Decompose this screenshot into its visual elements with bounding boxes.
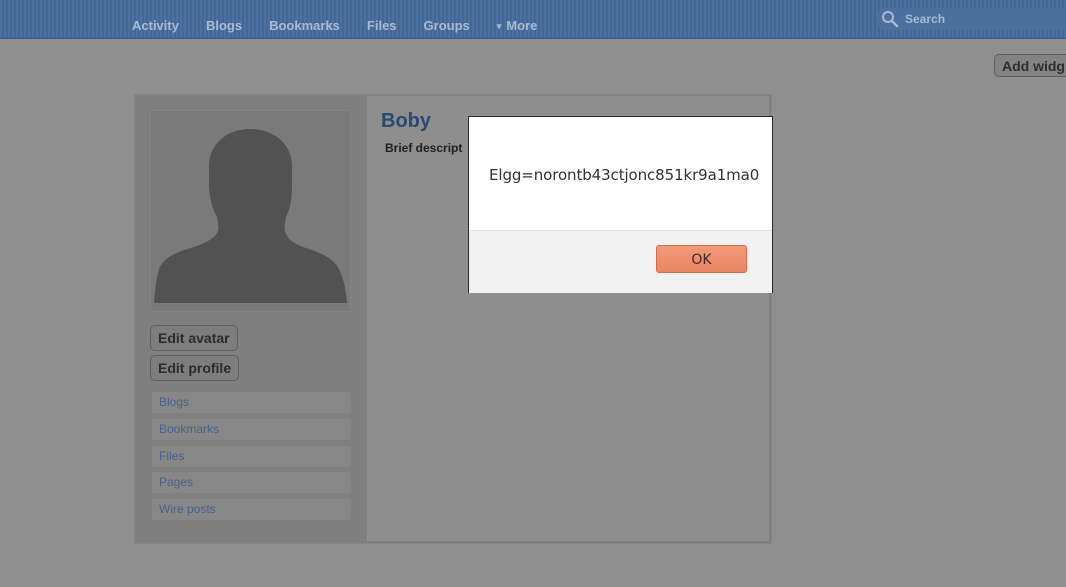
nav-item-more-label: More	[506, 18, 538, 33]
nav-item-blogs[interactable]: Blogs	[206, 19, 242, 33]
menu-item-wire-posts[interactable]: Wire posts	[152, 499, 351, 521]
search-box	[878, 8, 1066, 30]
top-navigation-bar: Activity Blogs Bookmarks Files Groups ▾ M…	[0, 0, 1066, 39]
ok-button[interactable]: OK	[656, 245, 747, 273]
menu-item-files[interactable]: Files	[152, 445, 351, 467]
avatar	[150, 110, 351, 312]
brief-description-label: Brief descript	[385, 141, 463, 155]
magnifier-icon	[882, 11, 899, 28]
nav-item-bookmarks[interactable]: Bookmarks	[269, 19, 340, 33]
alert-dialog-footer: OK	[469, 230, 772, 293]
edit-profile-button[interactable]: Edit profile	[150, 355, 240, 381]
site-menu: Activity Blogs Bookmarks Files Groups ▾ M…	[132, 19, 564, 33]
default-user-silhouette-icon	[154, 129, 347, 303]
nav-item-groups[interactable]: Groups	[424, 19, 470, 33]
profile-owner-menu: Blogs Bookmarks Files Pages Wire posts	[152, 392, 351, 526]
profile-name[interactable]: Boby	[381, 110, 431, 133]
menu-item-bookmarks[interactable]: Bookmarks	[152, 418, 351, 440]
alert-dialog: Elgg=norontb43ctjonc851kr9a1ma0 OK	[468, 116, 773, 293]
search-input[interactable]	[905, 12, 1055, 26]
menu-item-blogs[interactable]: Blogs	[152, 392, 351, 413]
caret-down-icon: ▾	[496, 21, 502, 31]
alert-message: Elgg=norontb43ctjonc851kr9a1ma0	[489, 166, 760, 184]
nav-item-more[interactable]: ▾ More	[497, 19, 538, 33]
nav-item-activity[interactable]: Activity	[132, 19, 179, 33]
nav-item-files[interactable]: Files	[367, 19, 397, 33]
add-widgets-button[interactable]: Add widg	[994, 54, 1066, 77]
edit-avatar-button[interactable]: Edit avatar	[150, 325, 238, 351]
menu-item-pages[interactable]: Pages	[152, 472, 351, 494]
